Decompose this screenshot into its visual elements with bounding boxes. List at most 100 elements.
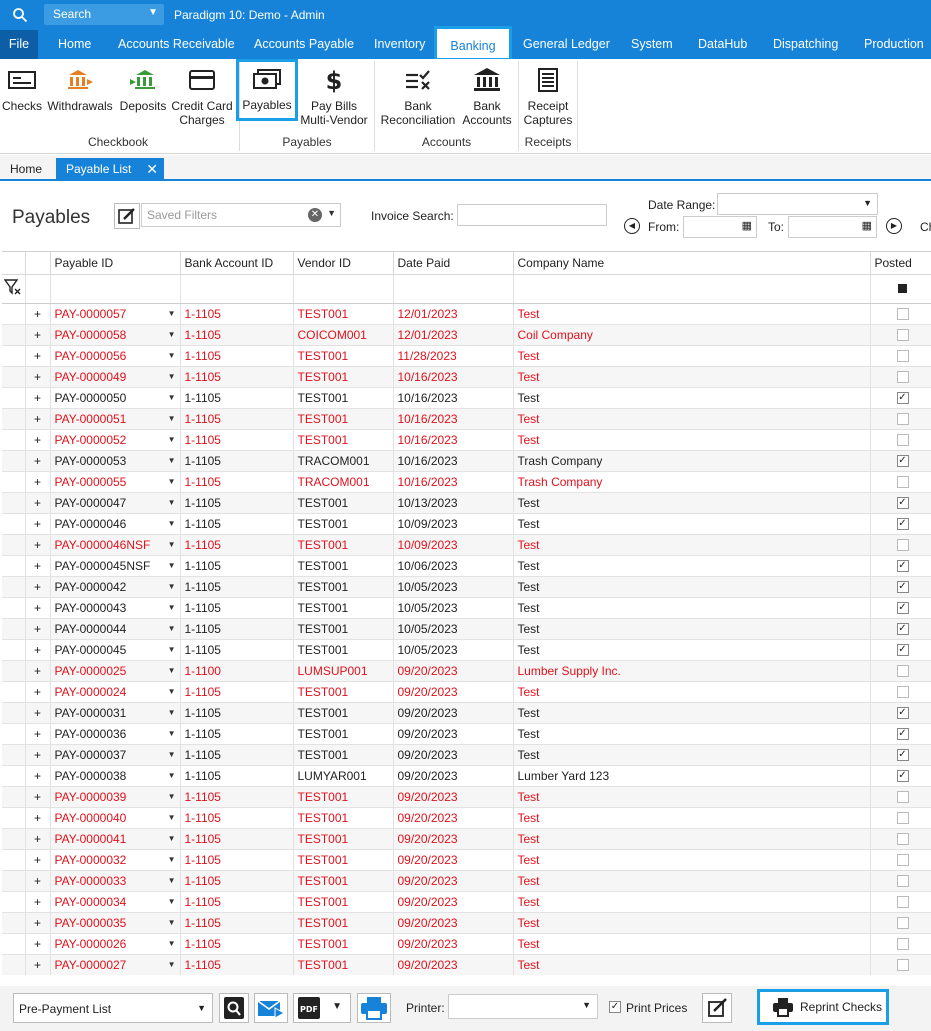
table-row[interactable]: + PAY-0000043 ▼ 1-1105 TEST001 10/05/2023 Test… [2, 597, 931, 619]
chevron-down-icon[interactable]: ▼ [168, 708, 176, 717]
chevron-down-icon[interactable]: ▼ [168, 960, 176, 969]
payable-id-cell[interactable]: PAY-0000047 ▼ [50, 492, 181, 514]
row-indicator[interactable] [2, 555, 26, 577]
posted-checkbox[interactable]: ✓ [896, 496, 909, 509]
posted-checkbox[interactable]: ✓ [896, 454, 909, 467]
posted-checkbox[interactable] [896, 370, 909, 383]
table-row[interactable]: + PAY-0000037 ▼ 1-1105 TEST001 09/20/2023 Test… [2, 744, 931, 766]
chevron-down-icon[interactable]: ▼ [168, 582, 176, 591]
email-button[interactable] [254, 993, 288, 1023]
row-indicator[interactable] [2, 660, 26, 682]
expand-row-button[interactable]: + [25, 576, 51, 598]
table-row[interactable]: + PAY-0000041 ▼ 1-1105 TEST001 09/20/2023 Test [2, 828, 931, 850]
bank-reconciliation-button[interactable]: Bank Reconciliation [380, 63, 456, 127]
row-indicator[interactable] [2, 849, 26, 871]
calendar-icon[interactable]: ▦ [862, 219, 872, 232]
posted-checkbox[interactable]: ✓ [896, 643, 909, 656]
expand-row-button[interactable]: + [25, 681, 51, 703]
row-indicator[interactable] [2, 366, 26, 388]
tab-payable-list[interactable]: Payable List ✕ [56, 158, 164, 180]
expand-row-button[interactable]: + [25, 849, 51, 871]
expand-row-button[interactable]: + [25, 807, 51, 829]
table-row[interactable]: + PAY-0000038 ▼ 1-1105 LUMYAR001 09/20/2023 Lu… [2, 765, 931, 787]
expand-row-button[interactable]: + [25, 429, 51, 451]
chevron-down-icon[interactable]: ▼ [168, 309, 176, 318]
chevron-down-icon[interactable]: ▼ [168, 750, 176, 759]
posted-checkbox[interactable] [896, 412, 909, 425]
table-row[interactable]: + PAY-0000045NSF ▼ 1-1105 TEST001 10/06/2023 T… [2, 555, 931, 577]
payable-id-cell[interactable]: PAY-0000025 ▼ [50, 660, 181, 682]
row-indicator[interactable] [2, 513, 26, 535]
chevron-down-icon[interactable]: ▼ [168, 351, 176, 360]
table-row[interactable]: + PAY-0000051 ▼ 1-1105 TEST001 10/16/2023 Test [2, 408, 931, 430]
chevron-down-icon[interactable]: ▼ [168, 561, 176, 570]
row-indicator[interactable] [2, 744, 26, 766]
menu-general-ledger[interactable]: General Ledger [523, 30, 610, 59]
table-row[interactable]: + PAY-0000034 ▼ 1-1105 TEST001 09/20/2023 Test [2, 891, 931, 913]
menu-home[interactable]: Home [58, 30, 91, 59]
table-row[interactable]: + PAY-0000058 ▼ 1-1105 COICOM001 12/01/2023 Co… [2, 324, 931, 346]
print-prices-checkbox[interactable]: ✓ [609, 1001, 621, 1013]
expand-row-button[interactable]: + [25, 828, 51, 850]
expand-row-button[interactable]: + [25, 324, 51, 346]
posted-checkbox[interactable] [896, 811, 909, 824]
payable-id-cell[interactable]: PAY-0000041 ▼ [50, 828, 181, 850]
table-row[interactable]: + PAY-0000024 ▼ 1-1105 TEST001 09/20/2023 Test [2, 681, 931, 703]
chevron-down-icon[interactable]: ▼ [168, 897, 176, 906]
from-date-input[interactable]: ▦ [683, 216, 757, 238]
table-row[interactable]: + PAY-0000055 ▼ 1-1105 TRACOM001 10/16/2023 Tr… [2, 471, 931, 493]
row-indicator[interactable] [2, 681, 26, 703]
expand-row-button[interactable]: + [25, 450, 51, 472]
posted-checkbox[interactable]: ✓ [896, 580, 909, 593]
posted-checkbox[interactable]: ✓ [896, 706, 909, 719]
row-indicator[interactable] [2, 387, 26, 409]
posted-checkbox[interactable] [896, 895, 909, 908]
expand-row-button[interactable]: + [25, 618, 51, 640]
print-button[interactable] [357, 993, 391, 1023]
table-row[interactable]: + PAY-0000033 ▼ 1-1105 TEST001 09/20/2023 Test [2, 870, 931, 892]
header-posted[interactable]: Posted [870, 252, 931, 275]
checks-button[interactable]: Checks [2, 63, 42, 113]
row-indicator[interactable] [2, 828, 26, 850]
payable-id-cell[interactable]: PAY-0000056 ▼ [50, 345, 181, 367]
menu-inventory[interactable]: Inventory [374, 30, 425, 59]
posted-checkbox[interactable]: ✓ [896, 622, 909, 635]
table-row[interactable]: + PAY-0000045 ▼ 1-1105 TEST001 10/05/2023 Test… [2, 639, 931, 661]
chevron-down-icon[interactable]: ▼ [168, 876, 176, 885]
next-period-icon[interactable]: ▶ [886, 218, 902, 234]
chevron-down-icon[interactable]: ▼ [168, 330, 176, 339]
expand-row-button[interactable]: + [25, 639, 51, 661]
posted-checkbox[interactable] [896, 664, 909, 677]
posted-checkbox[interactable] [896, 349, 909, 362]
preview-button[interactable] [219, 993, 249, 1023]
chevron-down-icon[interactable]: ▼ [168, 792, 176, 801]
table-row[interactable]: + PAY-0000042 ▼ 1-1105 TEST001 10/05/2023 Test… [2, 576, 931, 598]
expand-row-button[interactable]: + [25, 303, 51, 325]
expand-row-button[interactable]: + [25, 597, 51, 619]
posted-checkbox[interactable] [896, 853, 909, 866]
table-row[interactable]: + PAY-0000025 ▼ 1-1100 LUMSUP001 09/20/2023 Lu… [2, 660, 931, 682]
pdf-export-button[interactable]: PDF ▼ [293, 993, 351, 1023]
search-icon[interactable] [12, 7, 28, 23]
header-vendor-id[interactable]: Vendor ID [293, 252, 394, 275]
table-row[interactable]: + PAY-0000039 ▼ 1-1105 TEST001 09/20/2023 Test [2, 786, 931, 808]
posted-checkbox[interactable]: ✓ [896, 391, 909, 404]
row-indicator[interactable] [2, 450, 26, 472]
payable-id-cell[interactable]: PAY-0000026 ▼ [50, 933, 181, 955]
invoice-search-input[interactable] [457, 204, 607, 226]
table-row[interactable]: + PAY-0000027 ▼ 1-1105 TEST001 09/20/2023 Test [2, 954, 931, 975]
expand-row-button[interactable]: + [25, 513, 51, 535]
menu-system[interactable]: System [631, 30, 673, 59]
report-select[interactable]: Pre-Payment List ▼ [13, 993, 213, 1023]
expand-row-button[interactable]: + [25, 912, 51, 934]
clear-filter-cell[interactable] [2, 274, 26, 304]
row-indicator[interactable] [2, 786, 26, 808]
row-indicator[interactable] [2, 639, 26, 661]
table-row[interactable]: + PAY-0000049 ▼ 1-1105 TEST001 10/16/2023 Test [2, 366, 931, 388]
chevron-down-icon[interactable]: ▼ [168, 498, 176, 507]
posted-checkbox[interactable] [896, 307, 909, 320]
payable-id-cell[interactable]: PAY-0000044 ▼ [50, 618, 181, 640]
chevron-down-icon[interactable]: ▼ [168, 624, 176, 633]
posted-checkbox[interactable] [896, 958, 909, 971]
table-row[interactable]: + PAY-0000053 ▼ 1-1105 TRACOM001 10/16/2023 Tr… [2, 450, 931, 472]
